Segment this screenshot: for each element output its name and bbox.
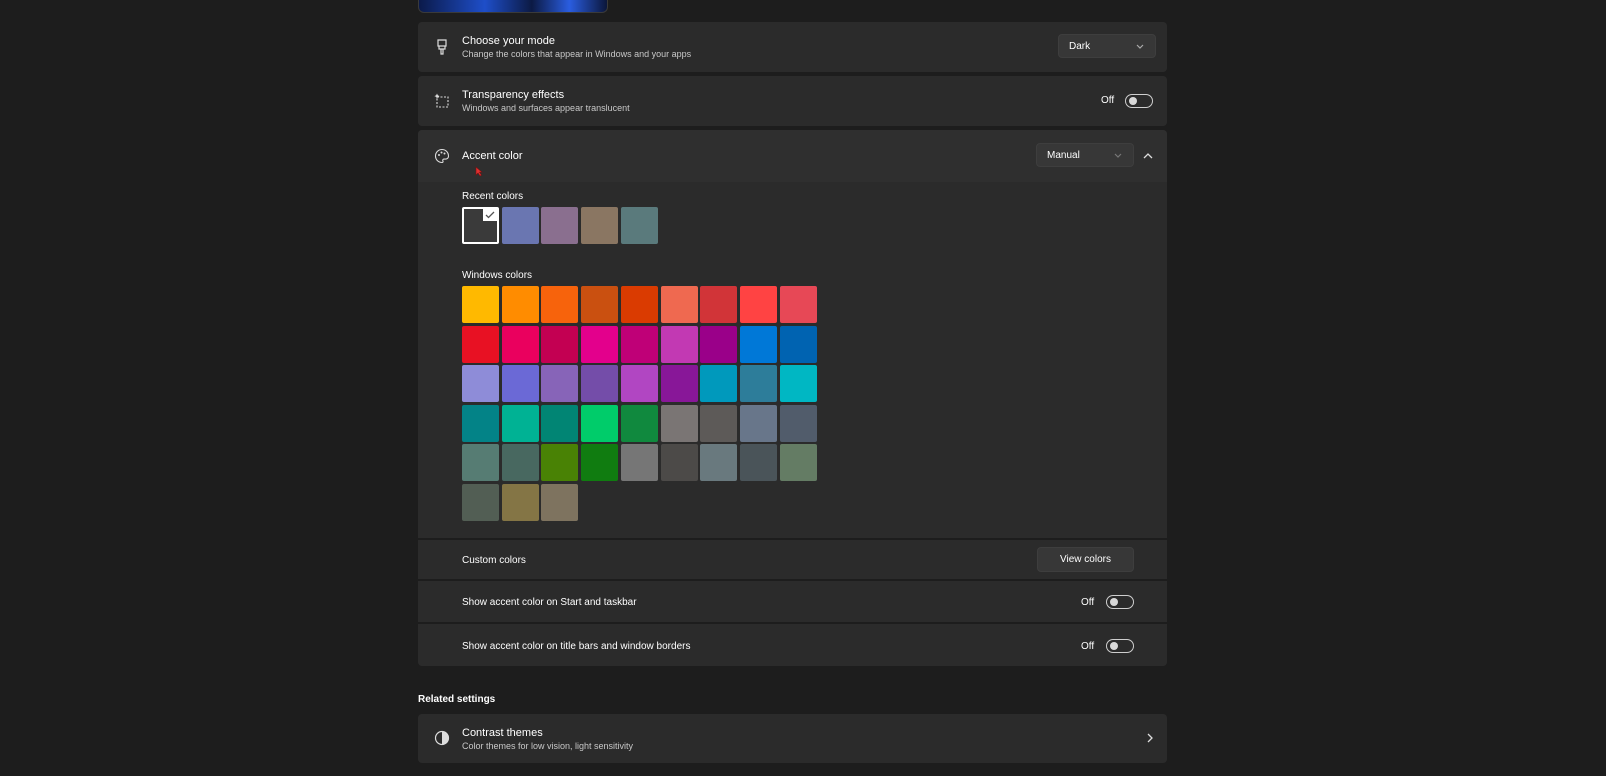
windows-color-swatch[interactable]: [779, 365, 817, 403]
view-colors-button[interactable]: View colors: [1037, 547, 1134, 572]
checkmark-icon: [483, 209, 497, 221]
choose-mode-row: Choose your mode Change the colors that …: [418, 22, 1167, 72]
windows-color-swatch[interactable]: [462, 286, 499, 323]
transparency-row: Transparency effects Windows and surface…: [418, 76, 1167, 126]
windows-color-swatch[interactable]: [541, 286, 579, 323]
windows-color-swatch[interactable]: [541, 365, 579, 403]
transparency-state-label: Off: [1101, 95, 1115, 106]
contrast-themes-title: Contrast themes: [462, 727, 543, 739]
accent-mode-value: Manual: [1047, 149, 1080, 161]
windows-color-swatch[interactable]: [660, 404, 698, 442]
chevron-right-icon: [1147, 733, 1153, 743]
recent-colors-label: Recent colors: [462, 191, 524, 202]
custom-colors-label: Custom colors: [462, 555, 526, 566]
windows-color-swatch[interactable]: [541, 404, 579, 442]
windows-color-swatch[interactable]: [501, 444, 539, 482]
windows-color-swatch[interactable]: [779, 325, 817, 363]
windows-color-swatch[interactable]: [462, 325, 499, 363]
windows-color-swatch[interactable]: [660, 286, 698, 323]
windows-color-swatch[interactable]: [501, 286, 539, 323]
theme-preview-thumbnail: [418, 0, 608, 13]
windows-color-swatch[interactable]: [581, 286, 619, 323]
palette-icon: [432, 146, 452, 166]
windows-color-swatch[interactable]: [541, 325, 579, 363]
windows-color-swatch[interactable]: [581, 365, 619, 403]
accent-color-header[interactable]: Accent color Manual: [418, 130, 1167, 182]
windows-color-swatch[interactable]: [700, 286, 738, 323]
start-taskbar-label: Show accent color on Start and taskbar: [462, 597, 637, 608]
recent-color-swatch[interactable]: [501, 207, 539, 244]
windows-color-swatch[interactable]: [462, 444, 499, 482]
recent-color-swatch[interactable]: [462, 207, 499, 244]
contrast-themes-row[interactable]: Contrast themes Color themes for low vis…: [418, 714, 1167, 763]
windows-color-swatch[interactable]: [700, 444, 738, 482]
windows-color-swatch[interactable]: [581, 404, 619, 442]
windows-color-swatch[interactable]: [700, 404, 738, 442]
start-taskbar-toggle[interactable]: [1106, 595, 1134, 609]
windows-color-swatch[interactable]: [660, 325, 698, 363]
windows-color-swatch[interactable]: [620, 286, 658, 323]
chevron-up-icon[interactable]: [1142, 151, 1154, 161]
accent-color-title: Accent color: [462, 150, 523, 162]
choose-mode-title: Choose your mode: [462, 35, 555, 47]
transparency-title: Transparency effects: [462, 89, 565, 101]
windows-color-swatch[interactable]: [739, 404, 777, 442]
mouse-cursor-icon: [475, 166, 483, 177]
windows-color-swatch[interactable]: [581, 444, 619, 482]
chevron-down-icon: [1114, 153, 1122, 158]
windows-color-swatch[interactable]: [660, 365, 698, 403]
title-bars-toggle[interactable]: [1106, 639, 1134, 653]
windows-color-swatch[interactable]: [620, 325, 658, 363]
recent-color-swatch[interactable]: [620, 207, 658, 244]
windows-color-swatch[interactable]: [779, 286, 817, 323]
windows-color-swatch[interactable]: [739, 444, 777, 482]
mode-dropdown-value: Dark: [1069, 40, 1091, 52]
paintbrush-icon: [432, 37, 452, 57]
windows-color-swatch[interactable]: [660, 444, 698, 482]
contrast-icon: [432, 728, 452, 748]
recent-color-swatch[interactable]: [581, 207, 619, 244]
title-bars-state-label: Off: [1081, 641, 1095, 652]
windows-color-swatch[interactable]: [462, 365, 499, 403]
windows-color-swatch[interactable]: [700, 325, 738, 363]
transparency-toggle[interactable]: [1125, 94, 1153, 108]
windows-color-swatch[interactable]: [581, 325, 619, 363]
windows-color-swatch[interactable]: [541, 484, 579, 521]
windows-color-swatch[interactable]: [739, 325, 777, 363]
windows-color-swatch[interactable]: [501, 325, 539, 363]
windows-color-swatch[interactable]: [462, 404, 499, 442]
windows-color-swatch[interactable]: [739, 365, 777, 403]
accent-mode-dropdown[interactable]: Manual: [1036, 143, 1134, 167]
windows-color-swatch[interactable]: [620, 404, 658, 442]
windows-color-swatch[interactable]: [700, 365, 738, 403]
windows-color-swatch[interactable]: [779, 404, 817, 442]
windows-colors-label: Windows colors: [462, 270, 533, 281]
choose-mode-subtitle: Change the colors that appear in Windows…: [462, 49, 692, 59]
transparency-subtitle: Windows and surfaces appear translucent: [462, 103, 630, 113]
title-bars-label: Show accent color on title bars and wind…: [462, 641, 691, 652]
mode-dropdown[interactable]: Dark: [1058, 34, 1156, 58]
transparency-icon: [432, 91, 452, 111]
chevron-down-icon: [1136, 44, 1144, 49]
windows-color-swatch[interactable]: [620, 365, 658, 403]
related-settings-heading: Related settings: [418, 694, 496, 705]
windows-color-swatch[interactable]: [501, 404, 539, 442]
recent-color-swatch[interactable]: [541, 207, 579, 244]
windows-color-swatch[interactable]: [779, 444, 817, 482]
windows-color-swatch[interactable]: [501, 365, 539, 403]
start-taskbar-state-label: Off: [1081, 597, 1095, 608]
contrast-themes-subtitle: Color themes for low vision, light sensi…: [462, 741, 634, 751]
windows-color-swatch[interactable]: [501, 484, 539, 521]
windows-color-swatch[interactable]: [541, 444, 579, 482]
windows-color-swatch[interactable]: [739, 286, 777, 323]
windows-color-swatch[interactable]: [620, 444, 658, 482]
windows-color-swatch[interactable]: [462, 484, 499, 521]
